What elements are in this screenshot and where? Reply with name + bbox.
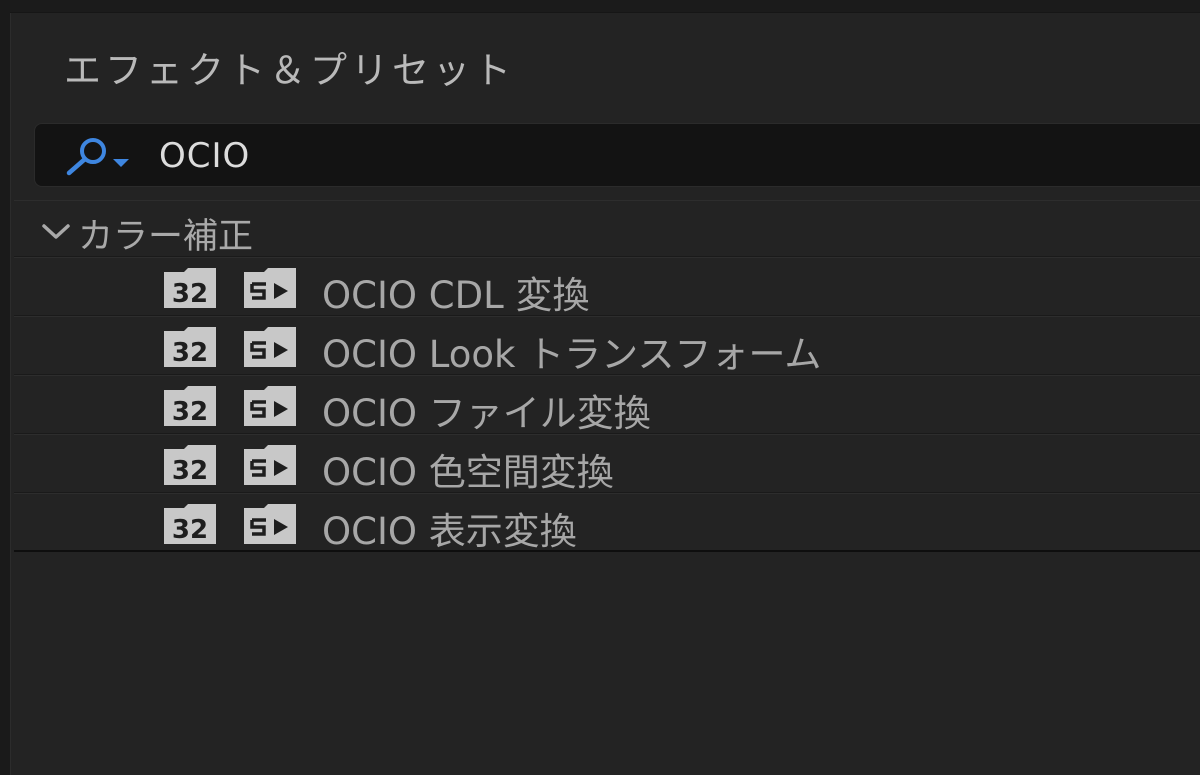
effect-item[interactable]: 32 OCIO Look トランスフォーム bbox=[14, 316, 1200, 376]
bpc-badge-text: 32 bbox=[172, 515, 208, 544]
bpc-badge-text: 32 bbox=[172, 279, 208, 308]
effect-preset-icon bbox=[244, 445, 296, 485]
bpc-badge-text: 32 bbox=[172, 338, 208, 367]
32bpc-icon: 32 bbox=[164, 327, 216, 367]
category-label: カラー補正 bbox=[78, 217, 254, 257]
effect-label: OCIO Look トランスフォーム bbox=[322, 333, 822, 376]
effect-label: OCIO 色空間変換 bbox=[322, 451, 614, 494]
effect-preset-icon bbox=[244, 327, 296, 367]
effects-tree: カラー補正 32 OCIO CDL 変換 32 OCIO Look トランスフォ… bbox=[14, 200, 1200, 553]
32bpc-icon: 32 bbox=[164, 386, 216, 426]
32bpc-icon: 32 bbox=[164, 268, 216, 308]
effect-label: OCIO 表示変換 bbox=[322, 510, 577, 553]
chevron-down-icon[interactable] bbox=[40, 221, 72, 243]
panel-top-edge bbox=[10, 0, 1200, 13]
effect-preset-icon bbox=[244, 504, 296, 544]
effect-preset-icon bbox=[244, 386, 296, 426]
search-icon[interactable] bbox=[63, 136, 143, 176]
search-input[interactable]: OCIO bbox=[159, 136, 250, 176]
32bpc-icon: 32 bbox=[164, 504, 216, 544]
effects-presets-panel: エフェクト＆プリセット OCIO カラー補正 32 OCIO CDL 変換 32… bbox=[0, 0, 1200, 775]
bpc-badge-text: 32 bbox=[172, 456, 208, 485]
effect-item[interactable]: 32 OCIO ファイル変換 bbox=[14, 375, 1200, 435]
category-row-color-correction[interactable]: カラー補正 bbox=[14, 200, 1200, 257]
effect-label: OCIO ファイル変換 bbox=[322, 392, 651, 435]
search-field[interactable]: OCIO bbox=[34, 123, 1200, 187]
panel-title: エフェクト＆プリセット bbox=[64, 49, 515, 92]
effect-item[interactable]: 32 OCIO 表示変換 bbox=[14, 493, 1200, 553]
effect-item[interactable]: 32 OCIO CDL 変換 bbox=[14, 257, 1200, 317]
effect-item[interactable]: 32 OCIO 色空間変換 bbox=[14, 434, 1200, 494]
effect-preset-icon bbox=[244, 268, 296, 308]
bpc-badge-text: 32 bbox=[172, 397, 208, 426]
panel-left-edge bbox=[0, 0, 11, 775]
effect-label: OCIO CDL 変換 bbox=[322, 274, 590, 317]
32bpc-icon: 32 bbox=[164, 445, 216, 485]
